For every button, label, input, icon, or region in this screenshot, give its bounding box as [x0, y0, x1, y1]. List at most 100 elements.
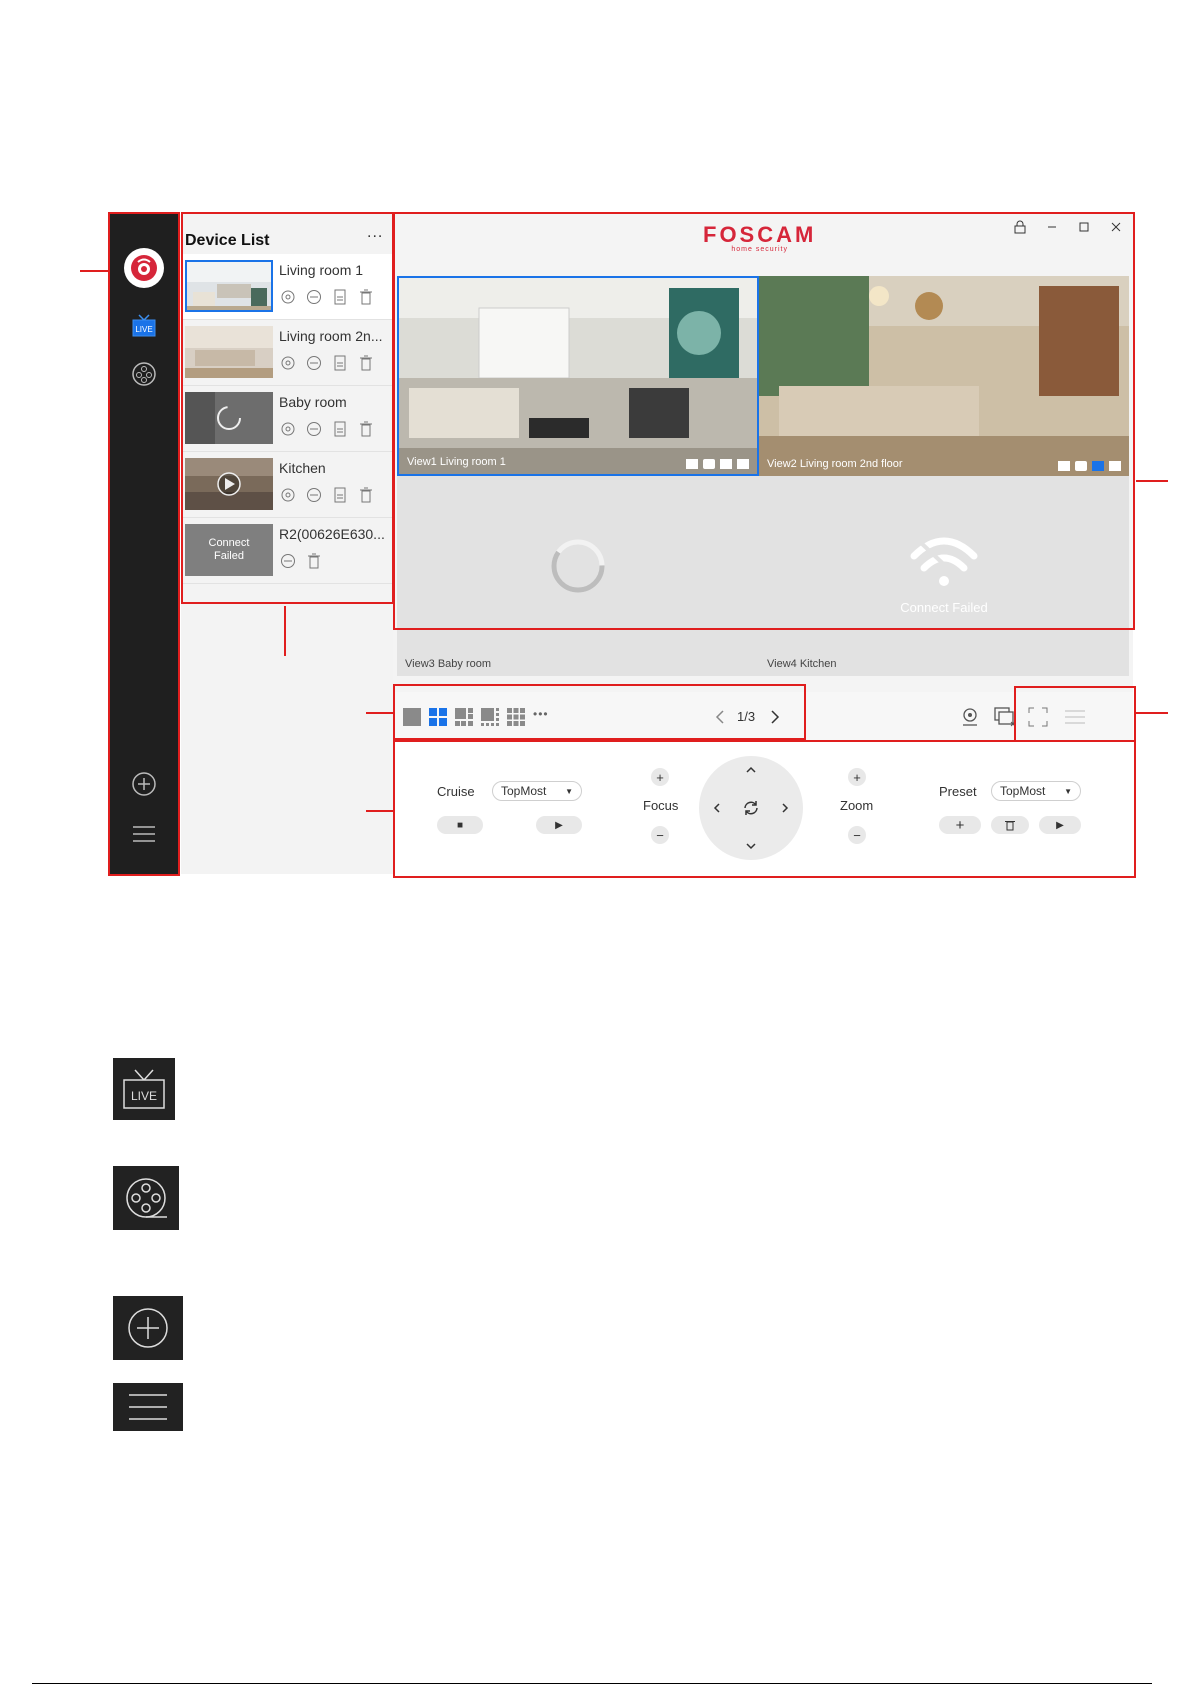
settings-icon[interactable]	[279, 288, 297, 306]
pan-up-icon[interactable]	[743, 762, 759, 778]
device-actions	[279, 354, 375, 372]
cruise-stop-button[interactable]: ■	[437, 816, 483, 834]
link-icon[interactable]	[305, 420, 323, 438]
svg-text:LIVE: LIVE	[135, 325, 152, 334]
focus-plus-button[interactable]: +	[651, 768, 669, 786]
device-item[interactable]: Living room 2n...	[181, 320, 393, 386]
device-list-more-button[interactable]: ...	[367, 224, 383, 242]
next-page-icon[interactable]	[767, 708, 783, 726]
link-icon[interactable]	[279, 552, 297, 570]
footer-divider	[32, 1683, 1152, 1684]
ptz-camera-icon[interactable]	[959, 706, 981, 728]
chevron-down-icon: ▼	[565, 786, 573, 796]
ptz-direction-pad	[699, 756, 803, 860]
device-thumbnail	[185, 458, 273, 510]
layout-8-button[interactable]	[481, 708, 499, 726]
preset-go-button[interactable]: ▶	[1039, 816, 1081, 834]
loading-spinner-icon	[551, 539, 605, 593]
device-item[interactable]: Baby room	[181, 386, 393, 452]
pan-down-icon[interactable]	[743, 838, 759, 854]
menu-button[interactable]	[130, 820, 158, 848]
legend-add-icon	[113, 1296, 183, 1360]
camera-snapshot-icon[interactable]	[1075, 461, 1087, 471]
preset-add-button[interactable]: +	[939, 816, 981, 834]
camera-feed-image	[759, 276, 1129, 476]
device-item[interactable]: Kitchen	[181, 452, 393, 518]
live-nav-button[interactable]: LIVE	[130, 312, 158, 340]
file-icon[interactable]	[331, 354, 349, 372]
close-all-views-icon[interactable]	[993, 706, 1017, 728]
preset-select[interactable]: TopMost ▼	[991, 781, 1081, 801]
sidebar: LIVE	[110, 214, 178, 874]
pan-left-icon[interactable]	[709, 800, 725, 816]
settings-icon[interactable]	[279, 486, 297, 504]
camera-view-2[interactable]: View2 Living room 2nd floor	[759, 276, 1129, 476]
mic-off-icon[interactable]	[1109, 461, 1121, 471]
reset-position-icon[interactable]	[741, 798, 761, 818]
list-view-icon[interactable]	[1063, 706, 1087, 728]
file-icon[interactable]	[331, 288, 349, 306]
mic-off-icon[interactable]	[737, 459, 749, 469]
live-tv-icon: LIVE	[132, 314, 156, 337]
mute-icon[interactable]	[720, 459, 732, 469]
pan-right-icon[interactable]	[777, 800, 793, 816]
cruise-select-value: TopMost	[501, 784, 547, 798]
device-item[interactable]: Connect Failed R2(00626E630...	[181, 518, 393, 584]
legend-playback-icon	[113, 1166, 179, 1230]
device-list-title: Device List	[185, 232, 270, 249]
zoom-minus-button[interactable]: −	[848, 826, 866, 844]
focus-minus-button[interactable]: −	[651, 826, 669, 844]
link-icon[interactable]	[305, 354, 323, 372]
close-icon[interactable]	[1107, 218, 1125, 236]
prev-page-icon[interactable]	[713, 708, 729, 726]
lock-icon[interactable]	[1011, 218, 1029, 236]
trash-icon[interactable]	[357, 288, 375, 306]
camera-view-3[interactable]: View3 Baby room	[397, 476, 759, 676]
trash-icon[interactable]	[357, 486, 375, 504]
app-logo[interactable]	[124, 248, 164, 288]
file-icon[interactable]	[331, 420, 349, 438]
camera-view-1[interactable]: View1 Living room 1	[397, 276, 759, 476]
zoom-plus-button[interactable]: +	[848, 768, 866, 786]
device-actions	[279, 288, 375, 306]
camera-view-4[interactable]: Connect Failed View4 Kitchen	[759, 476, 1129, 676]
settings-icon[interactable]	[279, 420, 297, 438]
layout-4-button[interactable]	[429, 708, 447, 726]
trash-icon[interactable]	[357, 354, 375, 372]
file-icon[interactable]	[331, 486, 349, 504]
layout-9-button[interactable]	[507, 708, 525, 726]
link-icon[interactable]	[305, 288, 323, 306]
device-actions	[279, 486, 375, 504]
device-thumbnail	[185, 260, 273, 312]
trash-icon[interactable]	[357, 420, 375, 438]
playback-nav-button[interactable]	[130, 360, 158, 388]
layout-1-button[interactable]	[403, 708, 421, 726]
brand-name: FOSCAM	[703, 222, 817, 247]
minimize-icon[interactable]	[1043, 218, 1061, 236]
add-device-button[interactable]	[130, 770, 158, 798]
maximize-icon[interactable]	[1075, 218, 1093, 236]
view-toolbar: ••• 1/3	[393, 692, 1133, 742]
link-icon[interactable]	[305, 486, 323, 504]
record-icon[interactable]	[1058, 461, 1070, 471]
camera-snapshot-icon[interactable]	[703, 459, 715, 469]
device-item[interactable]: Living room 1	[181, 254, 393, 320]
device-thumbnail	[185, 326, 273, 378]
view-overlay-controls	[686, 459, 749, 469]
layout-6-button[interactable]	[455, 708, 473, 726]
annotation-pointer	[284, 606, 286, 656]
fullscreen-icon[interactable]	[1027, 706, 1049, 728]
window-controls	[1011, 218, 1125, 236]
more-layouts-button[interactable]: •••	[533, 707, 549, 721]
device-name: Kitchen	[279, 460, 326, 476]
annotation-pointer	[366, 712, 394, 714]
preset-delete-button[interactable]	[991, 816, 1029, 834]
annotation-pointer	[366, 810, 394, 812]
record-icon[interactable]	[686, 459, 698, 469]
device-name: Living room 2n...	[279, 328, 383, 344]
settings-icon[interactable]	[279, 354, 297, 372]
cruise-select[interactable]: TopMost ▼	[492, 781, 582, 801]
trash-icon[interactable]	[305, 552, 323, 570]
sound-icon[interactable]	[1092, 461, 1104, 471]
cruise-play-button[interactable]: ▶	[536, 816, 582, 834]
